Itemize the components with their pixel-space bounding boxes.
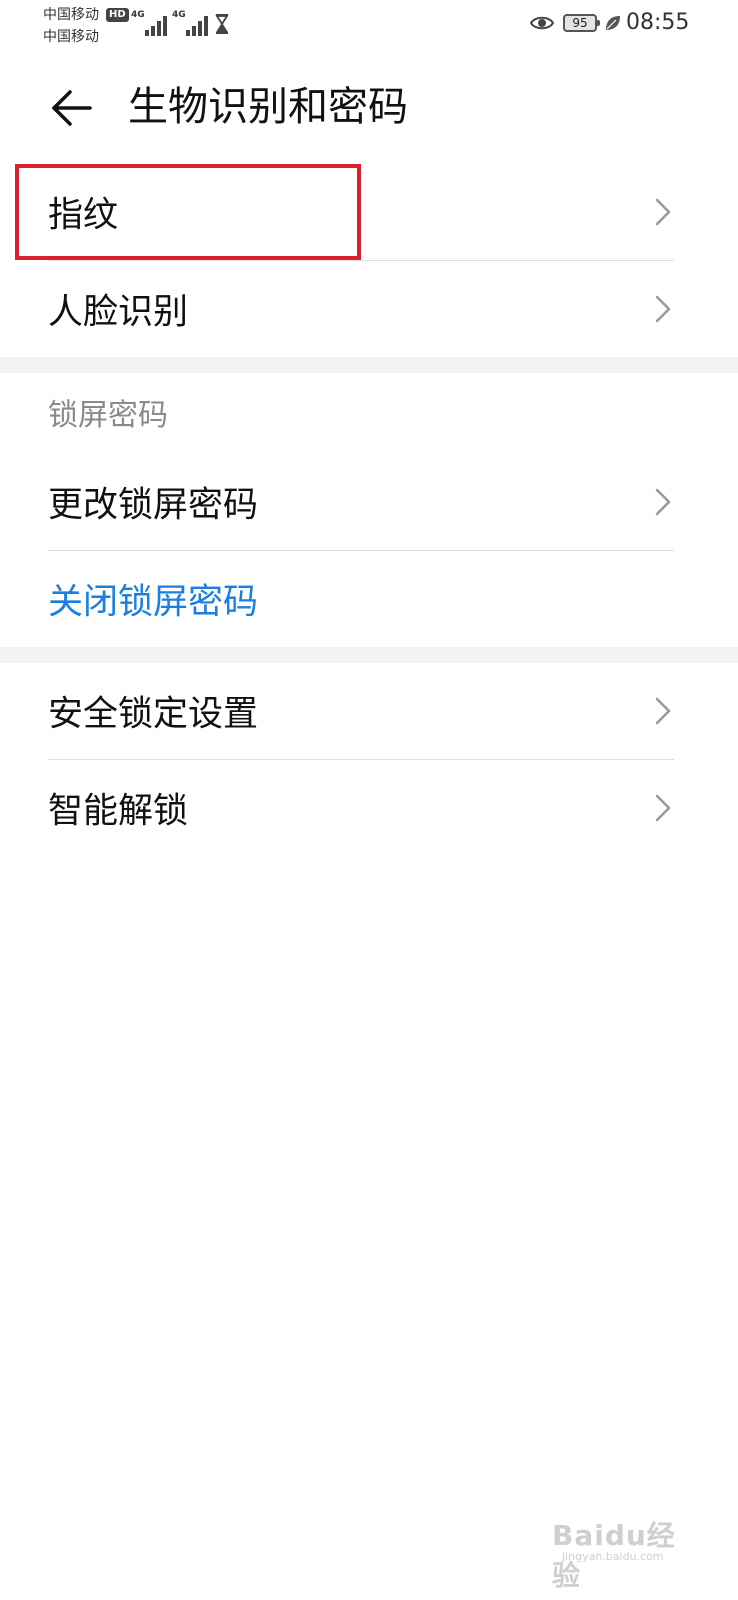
carrier-name-1: 中国移动	[43, 7, 99, 23]
back-arrow-icon[interactable]	[50, 88, 94, 128]
page-header: 生物识别和密码	[0, 70, 738, 150]
chevron-right-icon	[655, 295, 671, 323]
face-recognition-row[interactable]: 人脸识别	[0, 261, 738, 357]
chevron-right-icon	[655, 697, 671, 725]
status-clock: 08:55	[626, 10, 690, 35]
page-title: 生物识别和密码	[128, 84, 408, 130]
change-lock-password-label: 更改锁屏密码	[48, 485, 259, 526]
change-lock-password-row[interactable]: 更改锁屏密码	[0, 454, 738, 550]
battery-icon: 95	[563, 14, 600, 32]
disable-lock-password-row[interactable]: 关闭锁屏密码	[0, 551, 738, 647]
status-bar: 中国移动 中国移动 HD 4G 4G 95 08:55	[0, 0, 738, 48]
hourglass-icon	[215, 14, 229, 34]
chevron-right-icon	[655, 198, 671, 226]
eye-icon	[530, 16, 554, 30]
carrier-name-2: 中国移动	[43, 29, 99, 45]
face-recognition-label: 人脸识别	[48, 292, 189, 333]
smart-unlock-row[interactable]: 智能解锁	[0, 760, 738, 856]
section-gap	[0, 647, 738, 663]
chevron-right-icon	[655, 794, 671, 822]
lock-screen-section-title: 锁屏密码	[48, 398, 168, 433]
hd-icon: HD	[106, 8, 129, 22]
baidu-watermark: Baidu经验 jingyan.baidu.com	[552, 1490, 702, 1592]
leaf-icon	[606, 16, 620, 30]
fingerprint-row[interactable]: 指纹	[0, 164, 738, 260]
smart-unlock-label: 智能解锁	[48, 791, 189, 832]
disable-lock-password-label: 关闭锁屏密码	[48, 582, 259, 623]
section-gap	[0, 357, 738, 373]
chevron-right-icon	[655, 488, 671, 516]
watermark-url: jingyan.baidu.com	[562, 1550, 664, 1563]
security-lock-settings-row[interactable]: 安全锁定设置	[0, 663, 738, 759]
fingerprint-label: 指纹	[48, 195, 119, 236]
security-lock-settings-label: 安全锁定设置	[48, 694, 259, 735]
